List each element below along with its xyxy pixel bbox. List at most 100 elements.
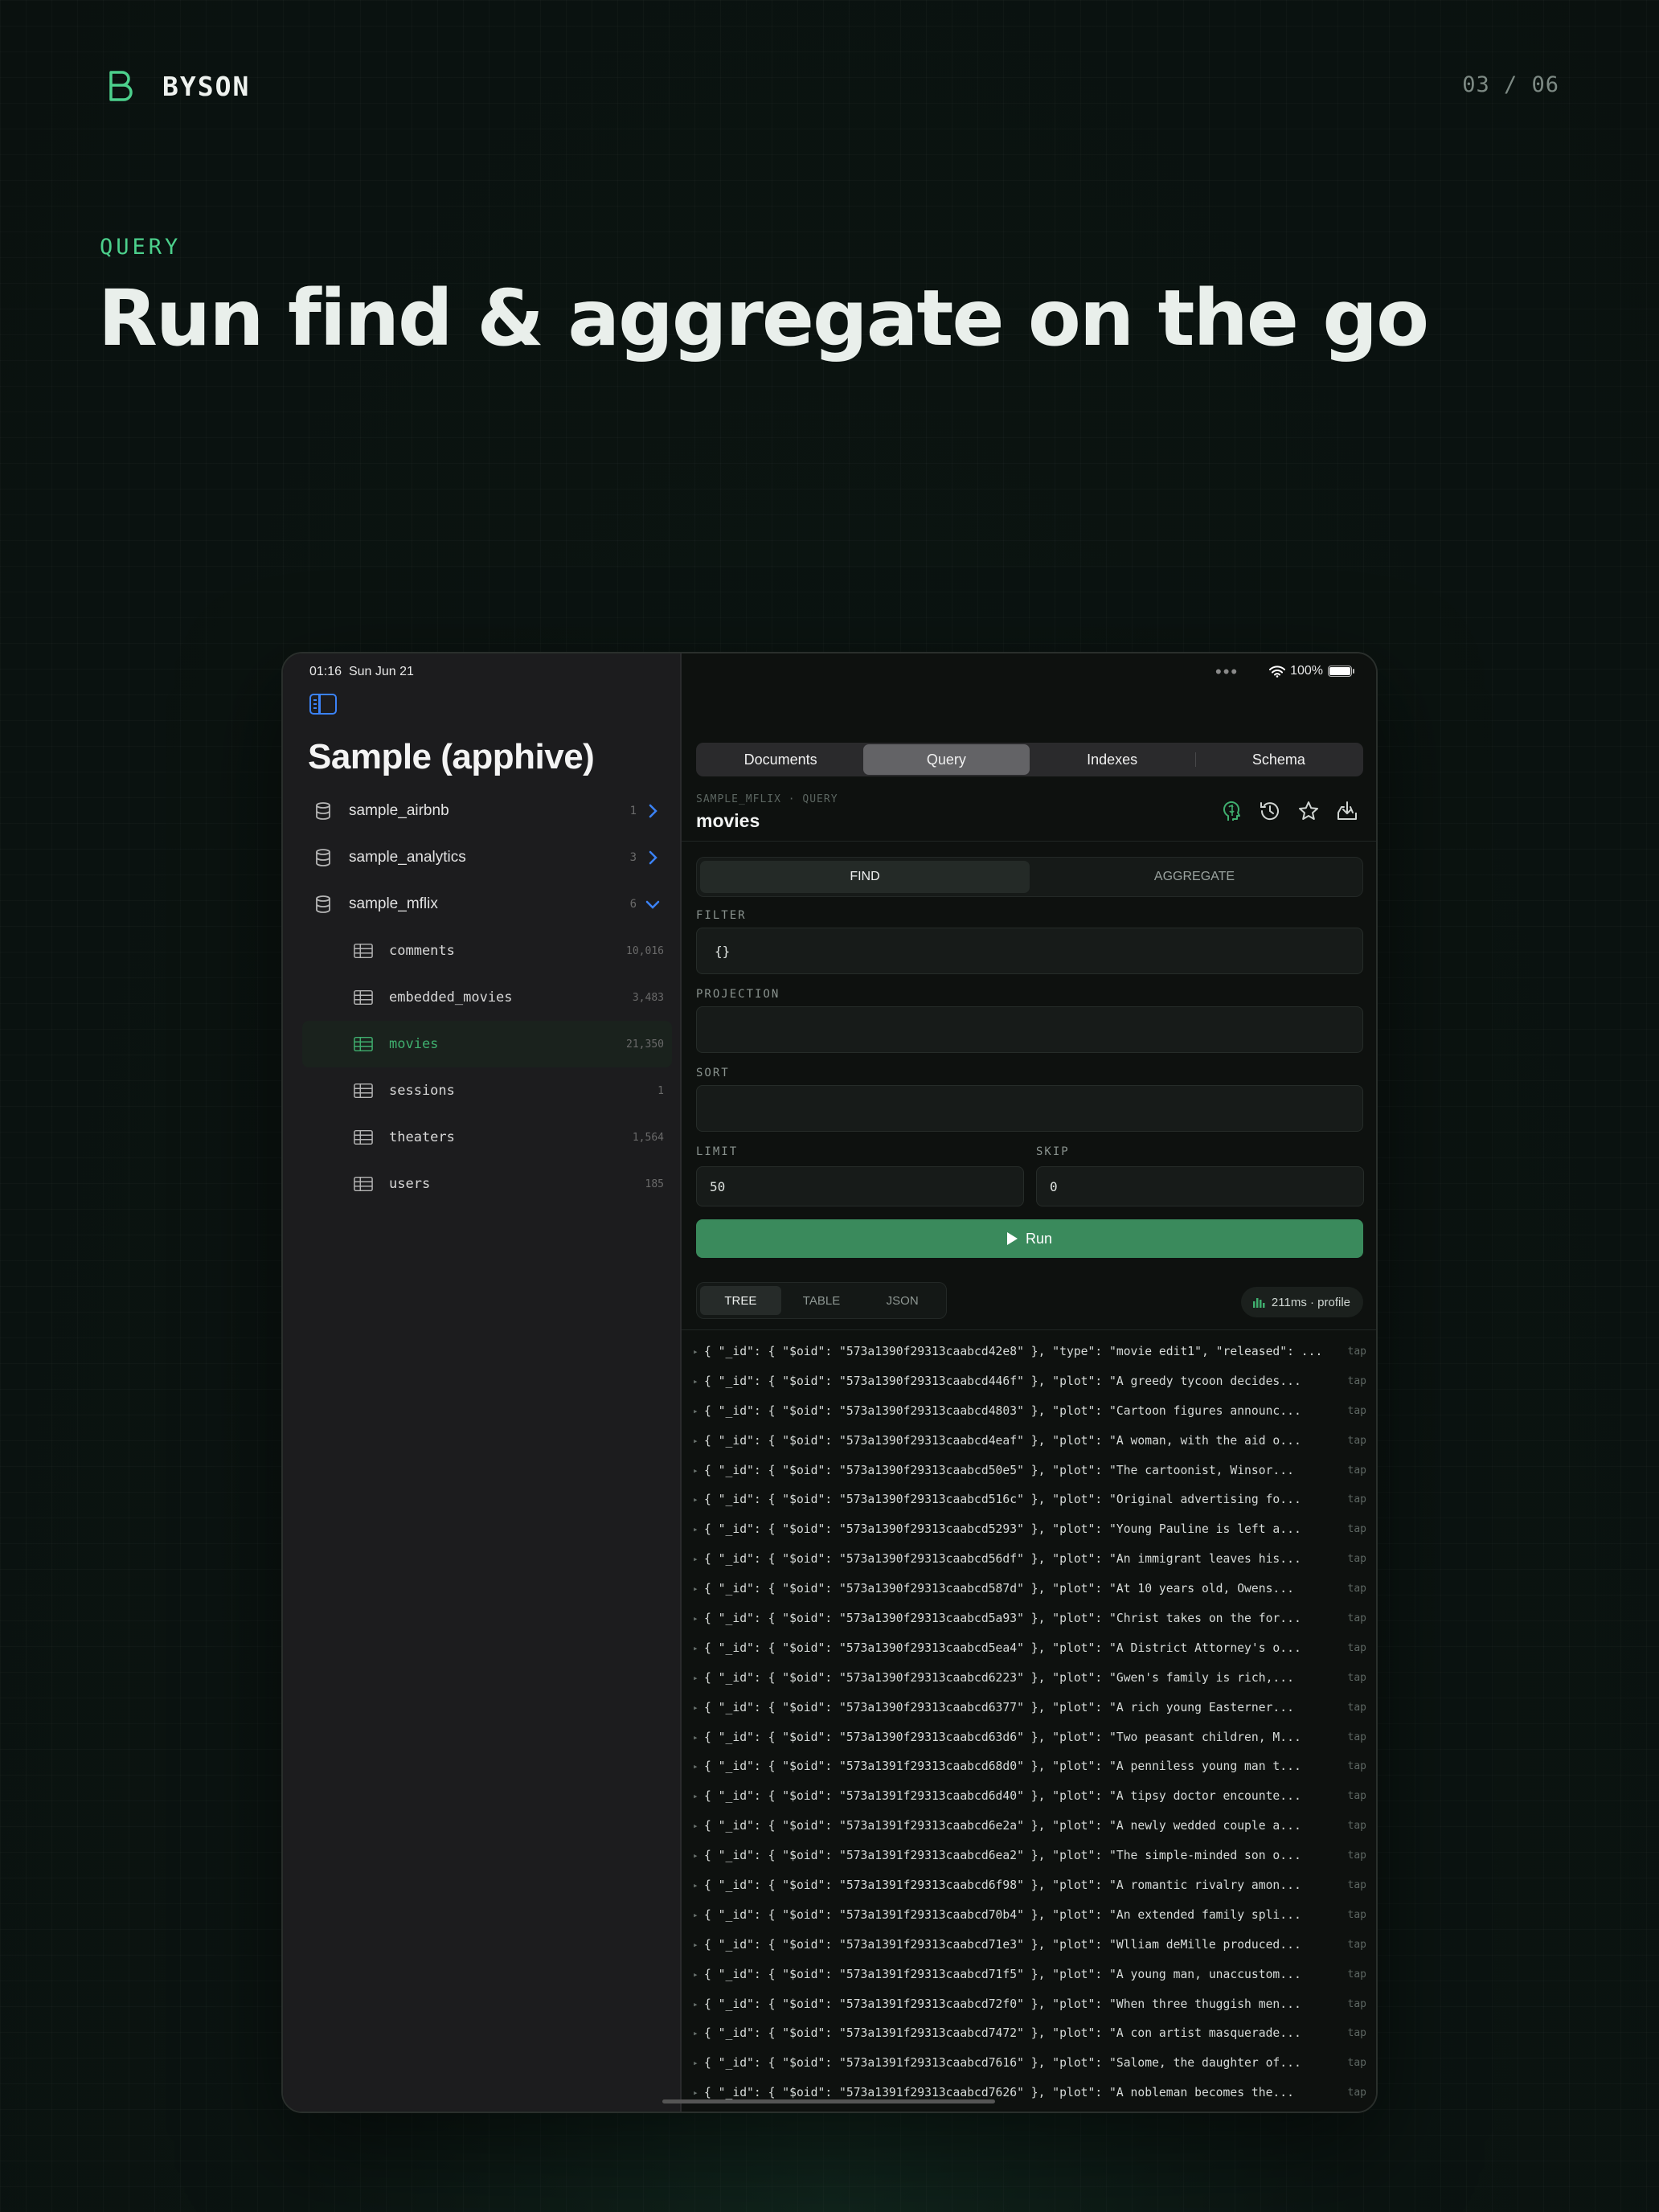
tap-hint[interactable]: tap: [1339, 1879, 1366, 1891]
tap-hint[interactable]: tap: [1339, 1790, 1366, 1802]
result-row[interactable]: ▸{ "_id": { "$oid": "573a1390f29313caabc…: [693, 1633, 1366, 1663]
filter-input[interactable]: {}: [696, 928, 1363, 974]
result-row[interactable]: ▸{ "_id": { "$oid": "573a1391f29313caabc…: [693, 1900, 1366, 1930]
result-row[interactable]: ▸{ "_id": { "$oid": "573a1391f29313caabc…: [693, 1751, 1366, 1781]
tap-hint[interactable]: tap: [1339, 1435, 1366, 1447]
result-row[interactable]: ▸{ "_id": { "$oid": "573a1391f29313caabc…: [693, 1989, 1366, 2019]
projection-input[interactable]: [696, 1006, 1363, 1053]
database-item-sample-mflix[interactable]: sample_mflix 6: [302, 881, 672, 928]
result-row[interactable]: ▸{ "_id": { "$oid": "573a1390f29313caabc…: [693, 1485, 1366, 1514]
result-row[interactable]: ▸{ "_id": { "$oid": "573a1390f29313caabc…: [693, 1426, 1366, 1456]
expand-arrow-icon[interactable]: ▸: [693, 1940, 704, 1950]
result-row[interactable]: ▸{ "_id": { "$oid": "573a1390f29313caabc…: [693, 1337, 1366, 1366]
tap-hint[interactable]: tap: [1339, 1939, 1366, 1951]
tab-documents[interactable]: Documents: [698, 744, 863, 775]
result-row[interactable]: ▸{ "_id": { "$oid": "573a1391f29313caabc…: [693, 2018, 1366, 2048]
mode-aggregate[interactable]: AGGREGATE: [1030, 861, 1359, 893]
collection-item-users[interactable]: users 185: [302, 1161, 672, 1207]
result-row[interactable]: ▸{ "_id": { "$oid": "573a1391f29313caabc…: [693, 2048, 1366, 2078]
home-indicator[interactable]: [662, 2099, 995, 2103]
expand-arrow-icon[interactable]: ▸: [693, 1494, 704, 1505]
expand-arrow-icon[interactable]: ▸: [693, 1821, 704, 1831]
expand-arrow-icon[interactable]: ▸: [693, 1910, 704, 1920]
expand-arrow-icon[interactable]: ▸: [693, 2087, 704, 2098]
tap-hint[interactable]: tap: [1339, 1909, 1366, 1921]
skip-input[interactable]: 0: [1036, 1166, 1364, 1206]
result-row[interactable]: ▸{ "_id": { "$oid": "573a1391f29313caabc…: [693, 1841, 1366, 1870]
tap-hint[interactable]: tap: [1339, 1820, 1366, 1832]
collection-item-sessions[interactable]: sessions 1: [302, 1067, 672, 1114]
expand-arrow-icon[interactable]: ▸: [693, 2058, 704, 2068]
tap-hint[interactable]: tap: [1339, 1849, 1366, 1862]
database-item-sample-analytics[interactable]: sample_analytics 3: [302, 834, 672, 881]
result-row[interactable]: ▸{ "_id": { "$oid": "573a1391f29313caabc…: [693, 1870, 1366, 1900]
expand-arrow-icon[interactable]: ▸: [693, 1791, 704, 1801]
result-row[interactable]: ▸{ "_id": { "$oid": "573a1390f29313caabc…: [693, 1663, 1366, 1693]
result-row[interactable]: ▸{ "_id": { "$oid": "573a1390f29313caabc…: [693, 1722, 1366, 1752]
expand-arrow-icon[interactable]: ▸: [693, 1969, 704, 1980]
multitasking-dots-icon[interactable]: •••: [1215, 662, 1239, 682]
tap-hint[interactable]: tap: [1339, 1375, 1366, 1387]
tap-hint[interactable]: tap: [1339, 2027, 1366, 2039]
view-json[interactable]: JSON: [862, 1286, 943, 1315]
tab-schema[interactable]: Schema: [1196, 744, 1362, 775]
result-row[interactable]: ▸{ "_id": { "$oid": "573a1391f29313caabc…: [693, 1960, 1366, 1989]
result-row[interactable]: ▸{ "_id": { "$oid": "573a1391f29313caabc…: [693, 1781, 1366, 1811]
expand-arrow-icon[interactable]: ▸: [693, 1613, 704, 1624]
expand-arrow-icon[interactable]: ▸: [693, 1732, 704, 1743]
tap-hint[interactable]: tap: [1339, 1731, 1366, 1743]
result-row[interactable]: ▸{ "_id": { "$oid": "573a1390f29313caabc…: [693, 1693, 1366, 1722]
result-row[interactable]: ▸{ "_id": { "$oid": "573a1390f29313caabc…: [693, 1574, 1366, 1604]
view-tree[interactable]: TREE: [700, 1286, 781, 1315]
tap-hint[interactable]: tap: [1339, 1642, 1366, 1654]
result-row[interactable]: ▸{ "_id": { "$oid": "573a1390f29313caabc…: [693, 1514, 1366, 1544]
tap-hint[interactable]: tap: [1339, 1464, 1366, 1477]
sidebar-toggle-icon[interactable]: [309, 694, 337, 715]
database-item-sample-airbnb[interactable]: sample_airbnb 1: [302, 788, 672, 834]
tap-hint[interactable]: tap: [1339, 1346, 1366, 1358]
expand-arrow-icon[interactable]: ▸: [693, 1702, 704, 1713]
tap-hint[interactable]: tap: [1339, 1405, 1366, 1417]
tap-hint[interactable]: tap: [1339, 1760, 1366, 1772]
brain-icon[interactable]: [1219, 798, 1244, 824]
result-row[interactable]: ▸{ "_id": { "$oid": "573a1390f29313caabc…: [693, 1396, 1366, 1426]
expand-arrow-icon[interactable]: ▸: [693, 1761, 704, 1772]
expand-arrow-icon[interactable]: ▸: [693, 1376, 704, 1387]
tap-hint[interactable]: tap: [1339, 2087, 1366, 2099]
result-row[interactable]: ▸{ "_id": { "$oid": "573a1391f29313caabc…: [693, 1930, 1366, 1960]
history-icon[interactable]: [1257, 798, 1283, 824]
result-row[interactable]: ▸{ "_id": { "$oid": "573a1390f29313caabc…: [693, 1604, 1366, 1633]
tap-hint[interactable]: tap: [1339, 2057, 1366, 2069]
profile-badge[interactable]: 211ms · profile: [1240, 1287, 1363, 1317]
tap-hint[interactable]: tap: [1339, 1998, 1366, 2010]
tap-hint[interactable]: tap: [1339, 1612, 1366, 1624]
tap-hint[interactable]: tap: [1339, 1968, 1366, 1981]
expand-arrow-icon[interactable]: ▸: [693, 1850, 704, 1861]
expand-arrow-icon[interactable]: ▸: [693, 1436, 704, 1446]
expand-arrow-icon[interactable]: ▸: [693, 1346, 704, 1357]
star-icon[interactable]: [1296, 798, 1321, 824]
sort-input[interactable]: [696, 1085, 1363, 1132]
tap-hint[interactable]: tap: [1339, 1553, 1366, 1565]
tap-hint[interactable]: tap: [1339, 1672, 1366, 1684]
tab-indexes[interactable]: Indexes: [1030, 744, 1195, 775]
tap-hint[interactable]: tap: [1339, 1523, 1366, 1535]
collection-item-theaters[interactable]: theaters 1,564: [302, 1114, 672, 1161]
view-table[interactable]: TABLE: [781, 1286, 862, 1315]
tap-hint[interactable]: tap: [1339, 1702, 1366, 1714]
expand-arrow-icon[interactable]: ▸: [693, 1673, 704, 1683]
result-row[interactable]: ▸{ "_id": { "$oid": "573a1390f29313caabc…: [693, 1456, 1366, 1485]
tab-query[interactable]: Query: [863, 744, 1030, 775]
tap-hint[interactable]: tap: [1339, 1493, 1366, 1505]
expand-arrow-icon[interactable]: ▸: [693, 1554, 704, 1564]
expand-arrow-icon[interactable]: ▸: [693, 1880, 704, 1890]
expand-arrow-icon[interactable]: ▸: [693, 1465, 704, 1476]
expand-arrow-icon[interactable]: ▸: [693, 1524, 704, 1534]
collection-item-movies[interactable]: movies 21,350: [302, 1021, 672, 1067]
tap-hint[interactable]: tap: [1339, 1583, 1366, 1595]
result-row[interactable]: ▸{ "_id": { "$oid": "573a1390f29313caabc…: [693, 1366, 1366, 1396]
mode-find[interactable]: FIND: [700, 861, 1030, 893]
expand-arrow-icon[interactable]: ▸: [693, 1643, 704, 1653]
expand-arrow-icon[interactable]: ▸: [693, 1406, 704, 1416]
limit-input[interactable]: 50: [696, 1166, 1024, 1206]
